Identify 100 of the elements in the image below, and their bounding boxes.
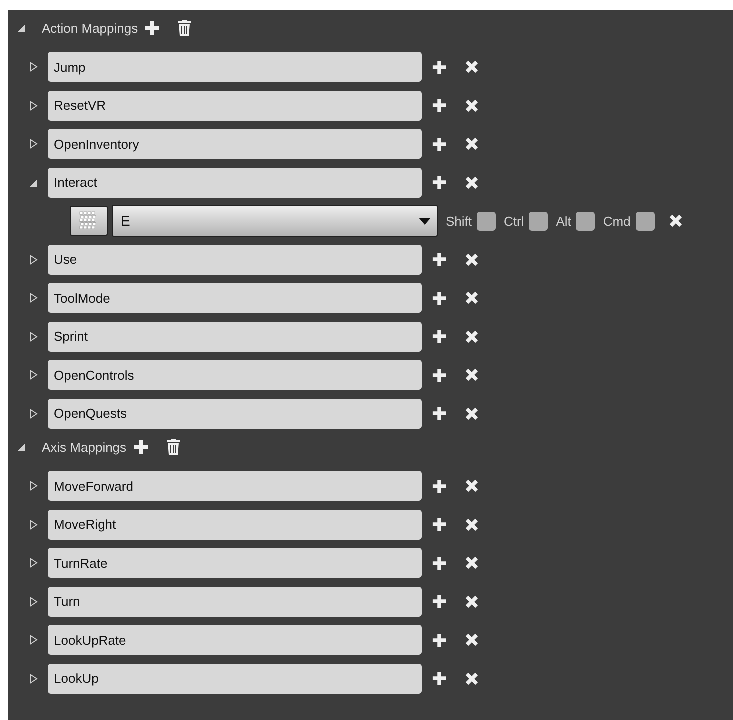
plus-icon (432, 136, 447, 152)
close-icon (465, 518, 479, 532)
remove-mapping-button[interactable] (465, 291, 479, 306)
expander-icon[interactable] (30, 558, 38, 568)
add-key-button[interactable] (432, 136, 447, 152)
close-icon (668, 214, 683, 228)
plus-icon (432, 632, 447, 648)
expander-icon[interactable] (30, 370, 38, 380)
plus-icon (432, 517, 447, 532)
close-icon (465, 556, 479, 570)
add-key-button[interactable] (432, 60, 447, 75)
add-key-button[interactable] (432, 406, 447, 422)
mapping-name-field[interactable]: OpenInventory (48, 129, 422, 160)
remove-mapping-button[interactable] (465, 98, 479, 113)
plus-icon (432, 290, 447, 306)
remove-mapping-button[interactable] (465, 137, 479, 152)
plus-icon (432, 478, 447, 494)
plus-icon (144, 20, 160, 36)
modifier-checkbox[interactable] (576, 212, 596, 231)
remove-mapping-button[interactable] (465, 672, 479, 686)
close-icon (465, 368, 479, 382)
modifier-checkbox[interactable] (477, 212, 496, 231)
add-key-button[interactable] (432, 290, 447, 306)
plus-icon (432, 98, 447, 114)
modifier-checkbox[interactable] (529, 212, 548, 231)
add-key-button[interactable] (432, 368, 447, 383)
mapping-name-field[interactable]: MoveForward (48, 471, 422, 502)
add-key-button[interactable] (432, 252, 447, 268)
close-icon (465, 479, 479, 494)
clear-mappings-button[interactable] (166, 439, 180, 455)
mapping-name-field[interactable]: ToolMode (48, 283, 422, 314)
remove-mapping-button[interactable] (465, 330, 479, 344)
mapping-name-field[interactable]: Interact (48, 168, 422, 198)
add-key-button[interactable] (432, 98, 447, 114)
remove-mapping-button[interactable] (465, 479, 479, 494)
expander-icon[interactable] (18, 442, 26, 452)
expander-icon[interactable] (30, 62, 38, 72)
add-key-button[interactable] (432, 517, 447, 532)
remove-mapping-button[interactable] (465, 518, 479, 532)
expander-icon[interactable] (30, 293, 38, 304)
add-key-button[interactable] (432, 671, 447, 686)
add-key-button[interactable] (432, 329, 447, 344)
close-icon (465, 252, 479, 267)
expander-icon[interactable] (30, 520, 38, 530)
remove-mapping-button[interactable] (465, 368, 479, 382)
close-icon (465, 176, 479, 190)
key-selector-button[interactable] (70, 206, 108, 236)
add-key-button[interactable] (432, 556, 447, 571)
close-icon (465, 60, 479, 74)
add-key-button[interactable] (432, 478, 447, 494)
section-title: Axis Mappings (42, 440, 127, 454)
expander-icon[interactable] (30, 596, 38, 607)
mapping-name-field[interactable]: Use (48, 244, 422, 275)
mapping-name-field[interactable]: Turn (48, 586, 422, 617)
expander-icon[interactable] (18, 23, 26, 33)
mapping-name-field[interactable]: TurnRate (48, 548, 422, 578)
clear-mappings-button[interactable] (178, 20, 192, 36)
add-key-button[interactable] (432, 594, 447, 610)
remove-mapping-button[interactable] (465, 60, 479, 74)
modifier-label: Ctrl (504, 214, 524, 229)
section-title: Action Mappings (42, 20, 138, 36)
mapping-name-field[interactable]: MoveRight (48, 510, 422, 540)
expander-icon[interactable] (30, 332, 38, 342)
plus-icon (432, 252, 447, 268)
trash-icon (178, 20, 192, 36)
mapping-name-field[interactable]: Jump (48, 52, 422, 82)
add-mapping-button[interactable] (132, 439, 149, 455)
modifier-label: Cmd (603, 214, 631, 229)
add-key-button[interactable] (432, 632, 447, 648)
expander-icon[interactable] (30, 481, 38, 492)
close-icon (465, 98, 479, 113)
expander-icon[interactable] (30, 139, 38, 150)
remove-key-button[interactable] (668, 214, 683, 228)
expander-icon[interactable] (30, 635, 38, 646)
plus-icon (432, 329, 447, 344)
mapping-name-field[interactable]: LookUp (48, 664, 422, 694)
plus-icon (132, 439, 149, 455)
expander-icon[interactable] (30, 674, 38, 684)
key-dropdown[interactable]: E (112, 205, 438, 238)
mapping-name-field[interactable]: Sprint (48, 322, 422, 352)
remove-mapping-button[interactable] (465, 406, 479, 421)
expander-icon[interactable] (30, 100, 38, 111)
expander-icon[interactable] (30, 254, 38, 265)
modifier-checkbox[interactable] (636, 212, 655, 231)
mapping-name-field[interactable]: LookUpRate (48, 625, 422, 656)
mapping-name-field[interactable]: OpenQuests (48, 398, 422, 429)
close-icon (465, 330, 479, 344)
mapping-name-field[interactable]: ResetVR (48, 90, 422, 121)
remove-mapping-button[interactable] (465, 252, 479, 267)
expander-icon[interactable] (30, 178, 38, 188)
add-mapping-button[interactable] (144, 20, 160, 36)
remove-mapping-button[interactable] (465, 594, 479, 609)
remove-mapping-button[interactable] (465, 176, 479, 190)
remove-mapping-button[interactable] (465, 633, 479, 648)
trash-icon (166, 439, 180, 455)
mapping-name-field[interactable]: OpenControls (48, 360, 422, 390)
close-icon (465, 137, 479, 152)
remove-mapping-button[interactable] (465, 556, 479, 570)
expander-icon[interactable] (30, 408, 38, 419)
add-key-button[interactable] (432, 175, 447, 190)
